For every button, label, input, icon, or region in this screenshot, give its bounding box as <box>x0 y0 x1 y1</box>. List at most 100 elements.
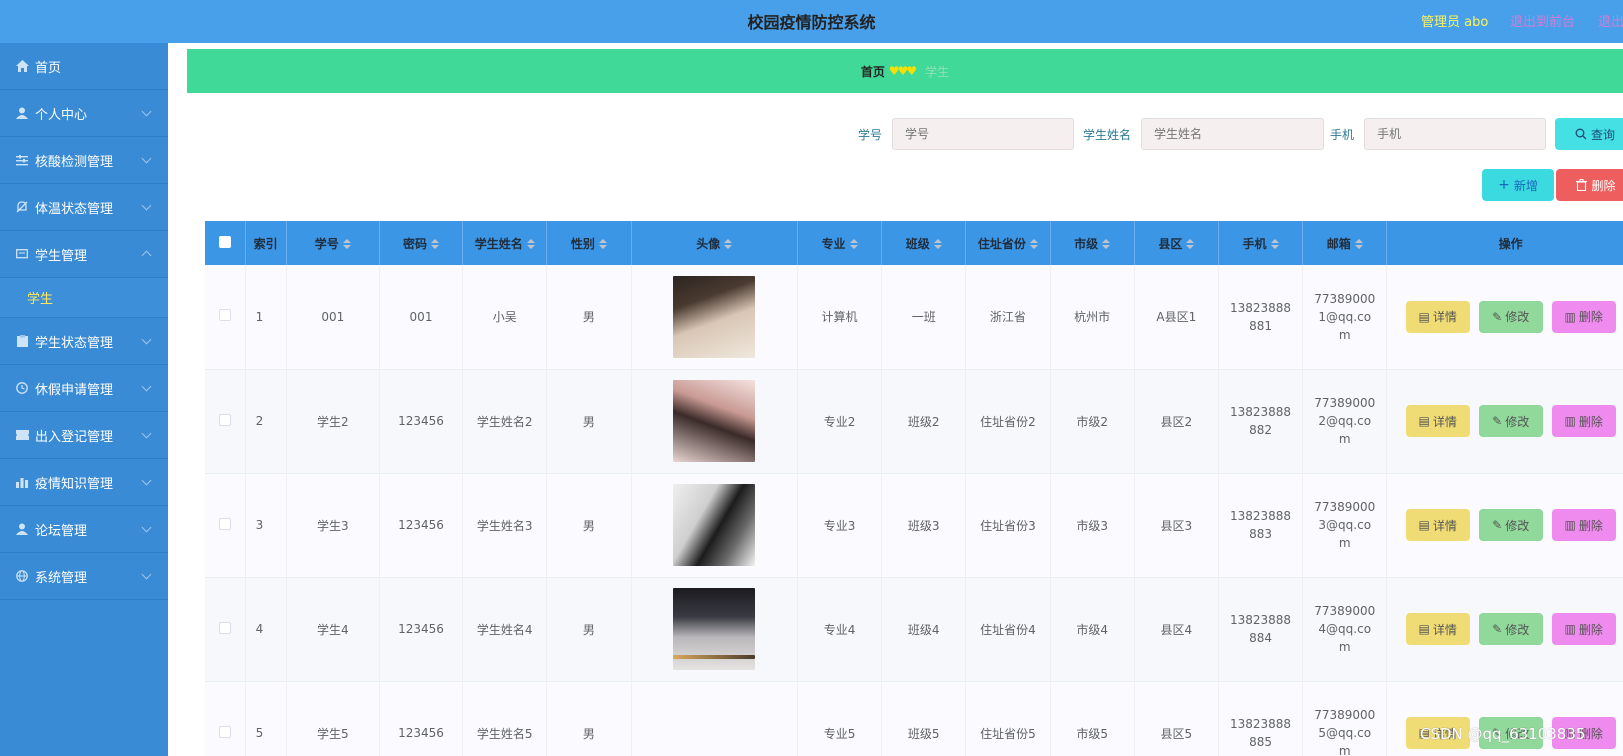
table-row: 5 学生5 123456 学生姓名5 男 专业5 班级5 住址省份5 市级5 县区5 1382388… <box>205 655 1623 756</box>
delete-button[interactable]: ▥ 删除 <box>1551 613 1616 645</box>
select-all-checkbox[interactable] <box>218 235 231 248</box>
sidebar-item-label: 休假申请管理 <box>35 382 114 398</box>
edit-button[interactable]: ✎ 修改 <box>1478 405 1543 437</box>
breadcrumb-home[interactable]: 首页 <box>861 63 885 80</box>
cell-class: 班级4 <box>881 577 967 682</box>
sidebar-subitem-student[interactable]: 学生 <box>0 278 168 318</box>
cell-major: 计算机 <box>797 265 883 370</box>
cell-student-id: 学生3 <box>286 473 380 578</box>
sort-icon[interactable] <box>1186 239 1195 249</box>
user-icon <box>15 522 29 536</box>
edit-button[interactable]: ✎ 修改 <box>1478 300 1543 333</box>
student-id-input[interactable] <box>892 118 1075 150</box>
detail-button[interactable]: ▤ 详情 <box>1405 509 1470 541</box>
sort-icon[interactable] <box>724 239 733 249</box>
sidebar-item-student-status[interactable]: 学生状态管理 <box>0 318 168 365</box>
delete-button[interactable]: ▥ 删除 <box>1551 509 1616 541</box>
detail-button[interactable]: ▤ 详情 <box>1405 405 1470 437</box>
sidebar-item-students[interactable]: 学生管理 <box>0 231 168 278</box>
header-email[interactable]: 邮箱 <box>1302 221 1388 265</box>
sidebar-item-leave[interactable]: 休假申请管理 <box>0 365 168 412</box>
sidebar-item-profile[interactable]: 个人中心 <box>0 90 168 137</box>
chart-icon <box>15 475 29 489</box>
sidebar-item-forum[interactable]: 论坛管理 <box>0 506 168 553</box>
exit-to-front-link[interactable]: 退出到前台 <box>1510 11 1575 30</box>
row-checkbox[interactable] <box>218 413 231 426</box>
sidebar-item-home[interactable]: 首页 <box>0 43 168 90</box>
avatar-image[interactable] <box>673 380 756 462</box>
row-checkbox[interactable] <box>218 725 231 738</box>
sort-icon[interactable] <box>1354 239 1363 249</box>
header-class[interactable]: 班级 <box>881 221 967 265</box>
detail-button[interactable]: ▤ 详情 <box>1405 613 1470 645</box>
header-label: 密码 <box>403 236 428 251</box>
header-gender[interactable]: 性别 <box>546 221 632 265</box>
sort-icon[interactable] <box>342 239 351 249</box>
header-city[interactable]: 市级 <box>1050 221 1135 265</box>
sort-icon[interactable] <box>849 239 858 249</box>
sort-icon[interactable] <box>431 239 440 249</box>
cell-phone: 13823888883 <box>1218 473 1304 578</box>
header-student-id[interactable]: 学号 <box>286 221 380 265</box>
phone-text: 13823888881 <box>1229 300 1292 333</box>
chevron-down-icon <box>141 475 152 486</box>
search-name: 学生姓名 <box>1083 118 1325 150</box>
add-button[interactable]: + 新增 <box>1482 169 1554 201</box>
edit-button[interactable]: ✎ 修改 <box>1478 613 1543 645</box>
delete-button[interactable]: ▥ 删除 <box>1551 405 1616 437</box>
sort-icon[interactable] <box>598 239 607 249</box>
sidebar-item-access-log[interactable]: 出入登记管理 <box>0 412 168 459</box>
table-header-row: 索引 学号 密码 学生姓名 性别 头像 专业 班级 住址省份 市级 县区 手机 … <box>205 221 1623 265</box>
trash-icon: ▥ <box>1564 309 1576 324</box>
cell-name: 小吴 <box>462 265 548 370</box>
edit-button[interactable]: ✎ 修改 <box>1478 509 1543 541</box>
header-county[interactable]: 县区 <box>1134 221 1219 265</box>
top-header: 校园疫情防控系统 管理员 abo 退出到前台 退出登录 <box>0 0 1623 43</box>
header-province[interactable]: 住址省份 <box>965 221 1051 265</box>
avatar-image[interactable] <box>673 484 756 566</box>
cell-student-id: 学生5 <box>286 681 380 756</box>
row-select-cell <box>205 577 246 682</box>
student-table: 索引 学号 密码 学生姓名 性别 头像 专业 班级 住址省份 市级 县区 手机 … <box>205 221 1623 756</box>
sort-icon[interactable] <box>1270 239 1279 249</box>
cell-index: 1 <box>245 265 287 370</box>
sort-icon[interactable] <box>526 239 535 249</box>
table-row: 3 学生3 123456 学生姓名3 男 专业3 班级3 住址省份3 市级3 县区3 1382388… <box>205 473 1623 578</box>
row-checkbox[interactable] <box>218 517 231 530</box>
sidebar-item-label: 个人中心 <box>35 107 88 123</box>
cell-email: 773890005@qq.com <box>1302 681 1388 756</box>
sidebar-item-nucleic-test[interactable]: 核酸检测管理 <box>0 137 168 184</box>
sidebar-item-temperature[interactable]: 体温状态管理 <box>0 184 168 231</box>
logout-link[interactable]: 退出登录 <box>1598 11 1623 30</box>
delete-button[interactable]: ▥ 删除 <box>1551 300 1616 333</box>
header-major[interactable]: 专业 <box>797 221 883 265</box>
sidebar-item-system[interactable]: 系统管理 <box>0 553 168 600</box>
sort-icon[interactable] <box>1029 239 1038 249</box>
chevron-down-icon <box>141 522 152 533</box>
detail-button-label: 详情 <box>1432 414 1457 429</box>
sidebar-item-knowledge[interactable]: 疫情知识管理 <box>0 459 168 506</box>
add-button-label: 新增 <box>1513 178 1538 193</box>
cell-city: 市级3 <box>1050 473 1135 578</box>
sort-icon[interactable] <box>1102 239 1111 249</box>
row-checkbox[interactable] <box>218 621 231 634</box>
sidebar-item-label: 疫情知识管理 <box>35 476 114 492</box>
header-password[interactable]: 密码 <box>379 221 464 265</box>
avatar-image[interactable] <box>673 655 756 659</box>
avatar-image[interactable] <box>673 275 756 358</box>
sort-icon[interactable] <box>933 239 942 249</box>
phone-input[interactable] <box>1364 118 1547 150</box>
header-avatar[interactable]: 头像 <box>631 221 798 265</box>
row-checkbox[interactable] <box>218 309 231 322</box>
cell-class: 一班 <box>881 265 967 370</box>
header-name[interactable]: 学生姓名 <box>462 221 548 265</box>
clipboard-icon <box>15 334 29 348</box>
row-select-cell <box>205 473 246 578</box>
detail-button[interactable]: ▤ 详情 <box>1405 300 1470 333</box>
cell-student-id: 001 <box>286 265 380 370</box>
plus-icon: + <box>1498 177 1510 193</box>
batch-delete-button[interactable]: 删除 <box>1556 169 1623 201</box>
query-button[interactable]: 查询 <box>1555 118 1623 150</box>
name-input[interactable] <box>1141 118 1325 150</box>
header-phone[interactable]: 手机 <box>1218 221 1304 265</box>
